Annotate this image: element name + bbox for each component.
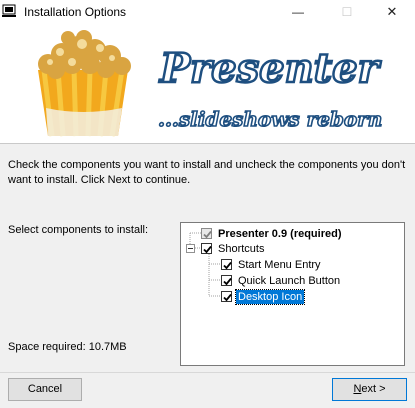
start-menu-entry-checkbox[interactable] xyxy=(221,259,232,270)
banner-title: Presenter xyxy=(159,45,382,92)
maximize-button[interactable]: ☐ xyxy=(324,0,370,24)
select-components-label: Select components to install: xyxy=(8,224,149,236)
tree-item-start-menu-entry[interactable]: Start Menu Entry xyxy=(221,257,323,272)
next-label: ext > xyxy=(361,383,386,395)
window-title: Installation Options xyxy=(24,5,127,19)
quick-launch-button-checkbox[interactable] xyxy=(221,275,232,286)
tree-item-label: Start Menu Entry xyxy=(238,258,321,271)
tree-item-label: Presenter 0.9 (required) xyxy=(218,227,342,240)
shortcuts-checkbox[interactable] xyxy=(201,243,212,254)
tree-item-shortcuts[interactable]: Shortcuts xyxy=(201,241,266,256)
components-tree[interactable]: Presenter 0.9 (required) Shortcuts Start… xyxy=(180,222,405,366)
desktop-icon-checkbox[interactable] xyxy=(221,291,232,302)
minimize-button[interactable]: — xyxy=(275,0,321,24)
collapse-shortcuts-button[interactable] xyxy=(186,244,195,253)
presenter-checkbox xyxy=(201,228,212,239)
tree-item-presenter[interactable]: Presenter 0.9 (required) xyxy=(201,226,344,241)
header-banner: Presenter ...slideshows reborn xyxy=(0,24,415,144)
next-button[interactable]: Next > xyxy=(332,378,407,401)
footer-divider xyxy=(0,372,415,373)
installer-app-icon xyxy=(2,4,16,17)
cancel-button[interactable]: Cancel xyxy=(8,378,82,401)
title-bar: Installation Options — ☐ ✕ xyxy=(0,0,415,24)
tree-item-desktop-icon[interactable]: Desktop Icon xyxy=(221,288,306,305)
tree-item-label: Desktop Icon xyxy=(234,288,306,305)
instructions-text: Check the components you want to install… xyxy=(8,159,406,186)
close-button[interactable]: ✕ xyxy=(369,0,415,24)
tree-item-label: Quick Launch Button xyxy=(238,274,341,287)
tree-item-quick-launch-button[interactable]: Quick Launch Button xyxy=(221,273,342,288)
space-required-label: Space required: 10.7MB xyxy=(8,341,127,353)
popcorn-bucket-image xyxy=(38,30,131,137)
tree-item-label: Shortcuts xyxy=(218,242,265,255)
banner-subtitle: ...slideshows reborn xyxy=(158,107,382,131)
